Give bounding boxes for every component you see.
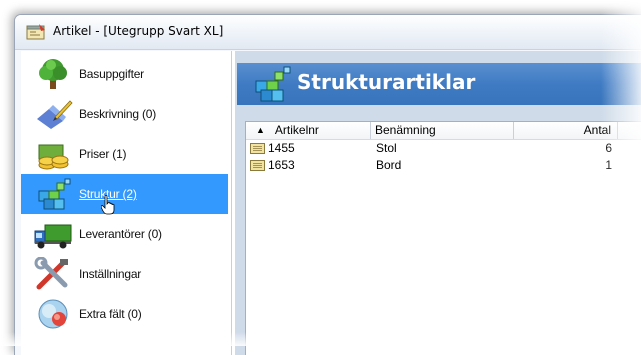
structure-list[interactable]: ▲ Artikelnr Benämning Antal 1455 Stol 6 … — [245, 121, 641, 355]
sidebar-item-label: Priser (1) — [79, 147, 127, 161]
sidebar-item-label: Extra fält (0) — [79, 307, 142, 321]
coins-icon — [38, 144, 69, 170]
cell-benamning: Stol — [376, 141, 397, 155]
sidebar-item-struktur[interactable]: Struktur (2) — [21, 174, 228, 215]
cell-artikelnr: 1653 — [268, 158, 295, 172]
sort-ascending-icon: ▲ — [256, 125, 265, 135]
list-header: ▲ Artikelnr Benämning Antal — [246, 122, 641, 140]
table-row[interactable]: 1455 Stol 6 — [246, 140, 641, 156]
window-title: Artikel - [Utegrupp Svart XL] — [53, 24, 224, 38]
hand-cursor-icon — [101, 195, 115, 215]
folder-icon — [250, 142, 265, 154]
column-header-empty[interactable] — [618, 122, 641, 139]
section-header: Strukturartiklar — [237, 63, 641, 105]
sidebar-item-label: Leverantörer (0) — [79, 227, 162, 241]
content-panel: Strukturartiklar ▲ Artikelnr Benämning An… — [235, 51, 641, 355]
cell-antal: 6 — [605, 141, 612, 155]
structure-cubes-icon — [38, 178, 71, 210]
cell-artikelnr: 1455 — [268, 141, 295, 155]
window-client: Basuppgifter Beskrivning (0) Priser (1) … — [21, 51, 641, 355]
extra-fields-icon — [38, 299, 68, 329]
folder-icon — [250, 159, 265, 171]
cell-benamning: Bord — [376, 158, 402, 172]
sidebar-item-beskrivning[interactable]: Beskrivning (0) — [21, 94, 228, 134]
sidebar-item-leverantorer[interactable]: Leverantörer (0) — [21, 214, 228, 254]
column-header-antal[interactable]: Antal — [514, 122, 618, 139]
sidebar-nav: Basuppgifter Beskrivning (0) Priser (1) … — [21, 51, 232, 355]
pen-icon — [37, 100, 73, 129]
sidebar-item-label: Beskrivning (0) — [79, 107, 157, 121]
sidebar-item-basuppgifter[interactable]: Basuppgifter — [21, 54, 228, 94]
section-title: Strukturartiklar — [297, 70, 476, 94]
cell-antal: 1 — [605, 158, 612, 172]
title-bar[interactable]: Artikel - [Utegrupp Svart XL] — [15, 15, 641, 50]
sidebar-item-installningar[interactable]: Inställningar — [21, 254, 228, 294]
column-header-artikelnr[interactable]: ▲ Artikelnr — [246, 122, 371, 139]
column-header-benamning[interactable]: Benämning — [371, 122, 514, 139]
article-window: Artikel - [Utegrupp Svart XL] Basuppgift… — [14, 14, 641, 355]
sidebar-item-extra-falt[interactable]: Extra fält (0) — [21, 294, 228, 334]
app-window-icon — [26, 24, 45, 40]
table-row[interactable]: 1653 Bord 1 — [246, 157, 641, 173]
tree-icon — [39, 59, 67, 89]
truck-icon — [34, 224, 72, 249]
sidebar-item-priser[interactable]: Priser (1) — [21, 134, 228, 174]
sidebar-item-label: Inställningar — [79, 267, 142, 281]
tools-icon — [34, 257, 68, 290]
structure-cubes-icon — [255, 66, 291, 102]
sidebar-item-label: Basuppgifter — [79, 67, 144, 81]
